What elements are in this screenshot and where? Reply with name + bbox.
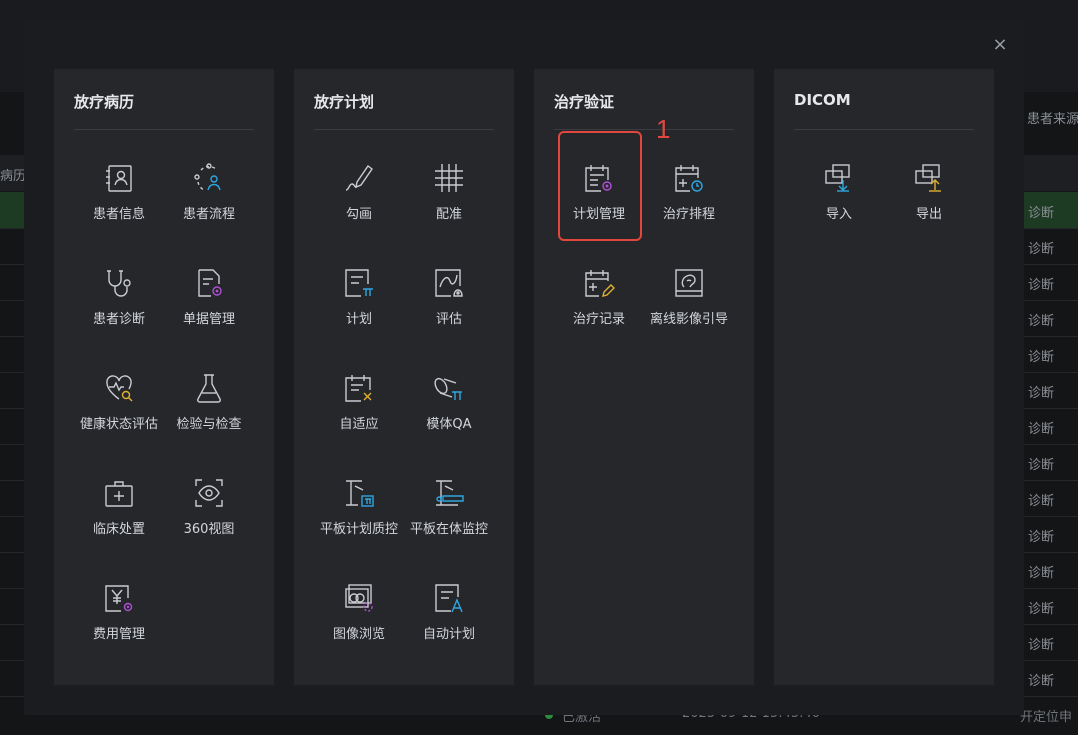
tile-contour[interactable]: 勾画 [314, 149, 404, 239]
tile-360-view[interactable]: 360视图 [164, 464, 254, 554]
schedule-icon [673, 162, 705, 194]
tile-image-browse[interactable]: 图像浏览 [314, 569, 404, 659]
import-icon [823, 162, 855, 194]
tile-label: 治疗排程 [662, 207, 715, 222]
eye-scan-icon [193, 477, 225, 509]
action-text: 开定位申 [1020, 710, 1073, 725]
tile-offline-image-guide[interactable]: 离线影像引导 [644, 254, 734, 344]
diagnosis-cell: 诊断 [1028, 350, 1055, 365]
adaptive-icon [343, 372, 375, 404]
medical-kit-icon [103, 477, 135, 509]
tile-import[interactable]: 导入 [794, 149, 884, 239]
auto-plan-icon [433, 582, 465, 614]
panel-dicom: DICOM 导入 导出 [774, 69, 994, 685]
diagnosis-cell: 诊断 [1028, 278, 1055, 293]
heart-search-icon [103, 372, 135, 404]
export-icon [913, 162, 945, 194]
evaluate-icon [433, 267, 465, 299]
close-button[interactable]: × [990, 35, 1010, 55]
tile-label: 费用管理 [92, 627, 145, 642]
diagnosis-cell: 诊断 [1028, 314, 1055, 329]
diagnosis-cell: 诊断 [1028, 458, 1055, 473]
stethoscope-icon [103, 267, 135, 299]
tile-plan[interactable]: 计划 [314, 254, 404, 344]
patient-flow-icon [193, 162, 225, 194]
panel-title: 放疗计划 [314, 93, 375, 111]
phantom-qa-icon [433, 372, 465, 404]
flask-icon [193, 372, 225, 404]
panel-medical-record: 放疗病历 患者信息 患者流程 患者诊断 单据管理 健康状态评估 检验与检查 临床… [54, 69, 274, 685]
panel-monitor-icon [433, 477, 465, 509]
diagnosis-cell: 诊断 [1028, 422, 1055, 437]
tile-phantom-qa[interactable]: 模体QA [404, 359, 494, 449]
treatment-record-icon [583, 267, 615, 299]
tile-document-manage[interactable]: 单据管理 [164, 254, 254, 344]
tile-label: 检验与检查 [176, 417, 242, 432]
tile-evaluate[interactable]: 评估 [404, 254, 494, 344]
diagnosis-cell: 诊断 [1028, 494, 1055, 509]
tile-cost-manage[interactable]: 费用管理 [74, 569, 164, 659]
pen-draw-icon [343, 162, 375, 194]
plan-manage-icon [583, 162, 615, 194]
tile-auto-plan[interactable]: 自动计划 [404, 569, 494, 659]
panel-title: DICOM [794, 91, 851, 109]
diagnosis-cell: 诊断 [1028, 242, 1055, 257]
plan-doc-icon [343, 267, 375, 299]
tile-label: 离线影像引导 [649, 312, 728, 327]
panel-treatment-verification: 治疗验证 计划管理 治疗排程 治疗记录 离线影像引导 [534, 69, 754, 685]
tile-plan-manage[interactable]: 计划管理 [554, 149, 644, 239]
tile-lab-exam[interactable]: 检验与检查 [164, 359, 254, 449]
tile-export[interactable]: 导出 [884, 149, 974, 239]
document-settings-icon [193, 267, 225, 299]
tile-panel-plan-qc[interactable]: 平板计划质控 [314, 464, 404, 554]
patient-info-icon [103, 162, 135, 194]
tile-adaptive[interactable]: 自适应 [314, 359, 404, 449]
tile-treatment-record[interactable]: 治疗记录 [554, 254, 644, 344]
tile-label: 评估 [435, 312, 462, 327]
divider [314, 129, 494, 130]
divider [554, 129, 734, 130]
diagnosis-cell: 诊断 [1028, 602, 1055, 617]
tile-treatment-schedule[interactable]: 治疗排程 [644, 149, 734, 239]
panel-title: 放疗病历 [74, 93, 135, 111]
tile-label: 患者流程 [182, 207, 235, 222]
tile-label: 平板在体监控 [409, 522, 488, 537]
tile-label: 模体QA [426, 417, 472, 432]
tile-clinical-treatment[interactable]: 临床处置 [74, 464, 164, 554]
diagnosis-cell: 诊断 [1028, 386, 1055, 401]
yen-settings-icon [103, 582, 135, 614]
diagnosis-cell: 诊断 [1028, 206, 1055, 221]
module-launcher-dialog: × 放疗病历 患者信息 患者流程 患者诊断 单据管理 健康状态评估 检验与检查 [24, 19, 1024, 715]
tile-panel-monitor[interactable]: 平板在体监控 [404, 464, 494, 554]
tile-health-assessment[interactable]: 健康状态评估 [74, 359, 164, 449]
panel-title: 治疗验证 [554, 93, 615, 111]
diagnosis-cell: 诊断 [1028, 638, 1055, 653]
diagnosis-cell: 诊断 [1028, 674, 1055, 689]
annotation-label: 1 [656, 114, 671, 144]
tile-patient-flow[interactable]: 患者流程 [164, 149, 254, 239]
tile-label: 导出 [915, 207, 942, 222]
diagnosis-cell: 诊断 [1028, 530, 1055, 545]
diagnosis-cell: 诊断 [1028, 566, 1055, 581]
panel-radiotherapy-plan: 放疗计划 勾画 配准 计划 评估 自适应 模体QA 平板计划质控 平板在体监控 … [294, 69, 514, 685]
tile-label: 配准 [435, 207, 462, 222]
image-browse-icon [343, 582, 375, 614]
divider [74, 129, 254, 130]
tile-patient-info[interactable]: 患者信息 [74, 149, 164, 239]
offline-image-guide-icon [673, 267, 705, 299]
tile-label: 360视图 [183, 522, 235, 537]
divider [794, 129, 974, 130]
tile-patient-diagnosis[interactable]: 患者诊断 [74, 254, 164, 344]
panel-plan-qc-icon [343, 477, 375, 509]
grid-register-icon [433, 162, 465, 194]
tile-label: 单据管理 [182, 312, 235, 327]
tile-registration[interactable]: 配准 [404, 149, 494, 239]
tile-label: 自动计划 [422, 627, 475, 642]
